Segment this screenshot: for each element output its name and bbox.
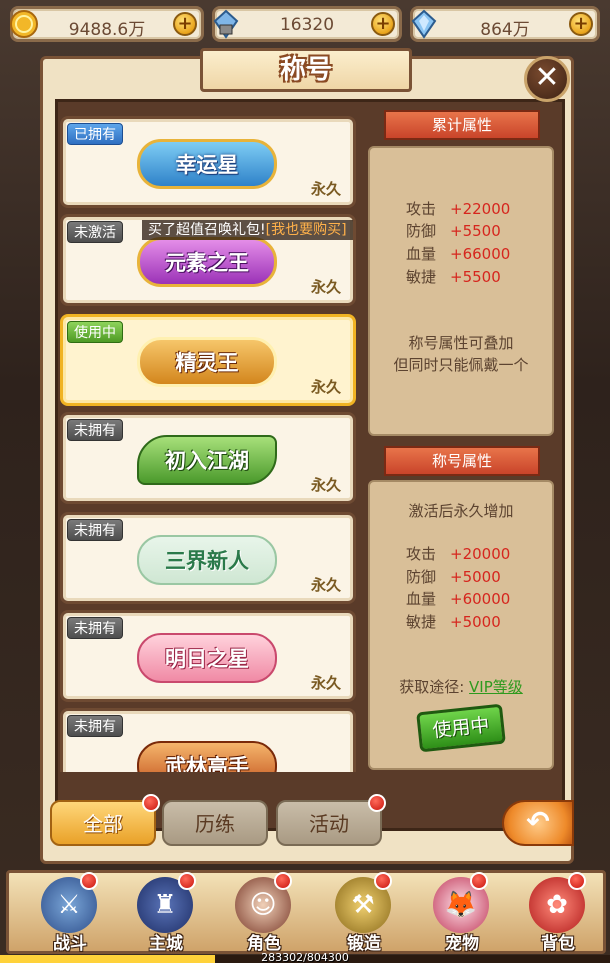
crystal-counter: 16320 + [212, 6, 402, 42]
broadcast-notice: 买了超值召唤礼包![我也要购买] [142, 220, 353, 240]
nav-battle-notification-dot [80, 872, 98, 890]
title-emblem: 幸运星 [137, 139, 277, 189]
nav-battle[interactable]: ⚔ 战斗 [31, 877, 109, 954]
nav-bag[interactable]: ✿ 背包 [519, 877, 597, 954]
tab-all[interactable]: 全部 [50, 800, 156, 846]
nav-pet[interactable]: 🦊 宠物 [423, 877, 501, 954]
tab-training[interactable]: 历练 [162, 800, 268, 846]
nav-character[interactable]: ☺ 角色 [225, 877, 303, 954]
locked-crystal-icon [211, 9, 241, 39]
nav-forge-notification-dot [374, 872, 392, 890]
vip-level-link[interactable]: VIP等级 [469, 678, 523, 696]
cumulative-agility: 敏捷 +5500 [406, 268, 501, 286]
status-badge: 未拥有 [67, 617, 123, 639]
cumulative-hp: 血量 +66000 [406, 245, 511, 263]
diamond-counter: 864万 + [410, 6, 600, 42]
title-duration: 永久 [310, 476, 341, 494]
title-hp: 血量 +60000 [406, 590, 511, 608]
crystal-value: 16320 [279, 15, 335, 35]
buy-too-link[interactable]: [我也要购买] [266, 222, 347, 238]
title-duration: 永久 [310, 378, 341, 396]
status-badge: 未拥有 [67, 419, 123, 441]
status-badge: 未拥有 [67, 715, 123, 737]
title-emblem: 精灵王 [137, 337, 277, 387]
status-badge: 使用中 [67, 321, 123, 343]
source-line: 获取途径: VIP等级 [399, 678, 523, 696]
back-button[interactable]: ↶ [502, 800, 574, 846]
gold-value: 9488.6万 [68, 20, 146, 40]
cumulative-box [368, 146, 554, 436]
title-attack: 攻击 +20000 [406, 545, 511, 563]
add-gold-button[interactable]: + [173, 12, 197, 36]
tab-activity-notification-dot [368, 794, 386, 812]
title-emblem: 明日之星 [137, 633, 277, 683]
title-attr-header: 称号属性 [384, 446, 540, 476]
title-card-xingyunxing[interactable]: 已拥有 幸运星 永久 [60, 116, 356, 208]
title-duration: 永久 [310, 180, 341, 198]
notice-text: 买了超值召唤礼包! [148, 222, 266, 238]
window-title: 称号 [279, 55, 332, 85]
status-badge: 已拥有 [67, 123, 123, 145]
cumulative-attack: 攻击 +22000 [406, 200, 511, 218]
cumulative-defense: 防御 +5500 [406, 222, 501, 240]
title-list[interactable]: 已拥有 幸运星 永久 未激活 元素之王 永久 使用中 精灵王 永久 未拥有 初入… [56, 110, 362, 772]
title-duration: 永久 [310, 278, 341, 296]
gold-coin-icon [9, 9, 39, 39]
nav-city-notification-dot [178, 872, 196, 890]
title-emblem: 武林高手 [137, 741, 277, 772]
title-card-wulingaoshou[interactable]: 未拥有 武林高手 [60, 708, 356, 772]
activate-note: 激活后永久增加 [408, 502, 514, 520]
experience-text: 283302/804300 [261, 951, 349, 963]
nav-character-notification-dot [274, 872, 292, 890]
window-title-plate: 称号 [200, 48, 412, 92]
currency-bar: 9488.6万 + 16320 + 864万 + [0, 0, 610, 48]
attribute-panel: 累计属性 攻击 +22000 防御 +5500 血量 +66000 敏捷 +5500 称… [368, 108, 558, 776]
wear-one-note: 但同时只能佩戴一个 [393, 356, 529, 374]
stack-note: 称号属性可叠加 [408, 334, 514, 352]
gold-counter: 9488.6万 + [10, 6, 204, 42]
title-card-mingrizhixing[interactable]: 未拥有 明日之星 永久 [60, 610, 356, 702]
title-card-sanjiexinren[interactable]: 未拥有 三界新人 永久 [60, 512, 356, 604]
add-crystal-button[interactable]: + [371, 12, 395, 36]
title-emblem: 三界新人 [137, 535, 277, 585]
nav-forge[interactable]: ⚒ 锻造 [325, 877, 403, 954]
close-button[interactable]: ✕ [524, 56, 570, 102]
diamond-icon [409, 9, 439, 39]
status-badge: 未激活 [67, 221, 123, 243]
nav-main-city[interactable]: ♜ 主城 [127, 877, 205, 954]
title-card-jinglingwang[interactable]: 使用中 精灵王 永久 [60, 314, 356, 406]
title-emblem: 初入江湖 [137, 435, 277, 485]
tab-activity[interactable]: 活动 [276, 800, 382, 846]
title-duration: 永久 [310, 576, 341, 594]
title-defense: 防御 +5000 [406, 568, 501, 586]
diamond-value: 864万 [480, 20, 530, 40]
cumulative-header: 累计属性 [384, 110, 540, 140]
add-diamond-button[interactable]: + [569, 12, 593, 36]
title-emblem: 元素之王 [137, 237, 277, 287]
status-badge: 未拥有 [67, 519, 123, 541]
nav-bag-notification-dot [568, 872, 586, 890]
tab-all-notification-dot [142, 794, 160, 812]
nav-pet-notification-dot [470, 872, 488, 890]
title-agility: 敏捷 +5000 [406, 613, 501, 631]
title-duration: 永久 [310, 674, 341, 692]
title-card-churujianghu[interactable]: 未拥有 初入江湖 永久 [60, 412, 356, 504]
